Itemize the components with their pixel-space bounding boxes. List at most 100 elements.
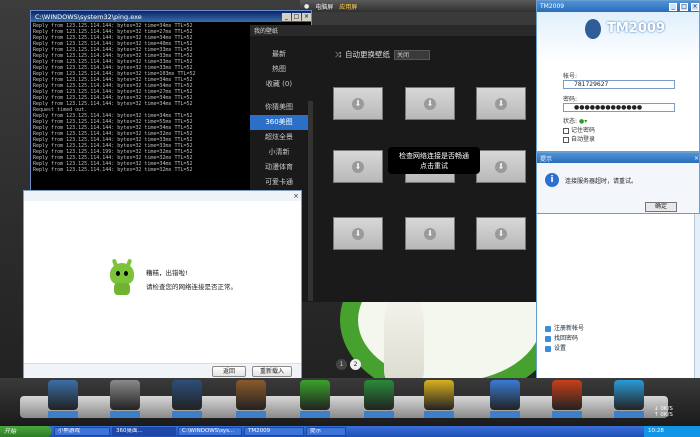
minimize-button[interactable]: _ xyxy=(282,12,291,21)
screen-tab-computer[interactable]: 电脑屏 xyxy=(315,2,333,11)
windows-taskbar: 开始 小熊游戏 360桌面... C:\WINDOWS\sys... TM2009 提示… xyxy=(0,426,700,437)
tip-titlebar[interactable]: 提示 × xyxy=(537,153,699,163)
network-error-line2: 点击重试 xyxy=(420,162,448,170)
download-icon: ⬇ xyxy=(352,160,364,173)
download-icon: ⬇ xyxy=(424,97,436,110)
auto-login-checkbox[interactable] xyxy=(563,136,569,143)
timeout-tip-dialog: 提示 × i 连接服务器超时，请重试。 确定 xyxy=(536,152,700,214)
download-icon: ⬇ xyxy=(424,227,436,240)
dock-app-5[interactable] xyxy=(300,380,330,420)
qq-maximize-button[interactable]: □ xyxy=(680,2,689,11)
password-field[interactable]: ●●●●●●●●●●●●● xyxy=(563,103,675,112)
ping-console-titlebar[interactable]: C:\WINDOWS\system32\ping.exe _ □ × xyxy=(31,11,311,22)
page-dot-1[interactable]: 1 xyxy=(336,359,347,370)
wallpaper-nav-item[interactable]: 热图 xyxy=(250,62,308,77)
wallpaper-window-titlebar[interactable]: 我的壁纸 xyxy=(250,25,536,36)
wallpaper-thumbnail[interactable]: ⬇ xyxy=(476,217,526,250)
download-icon: ⬇ xyxy=(495,227,507,240)
qq-login-titlebar[interactable]: TM2009 _ □ × xyxy=(537,1,699,12)
dock-app-2[interactable] xyxy=(110,380,140,420)
qq-minimize-button[interactable]: _ xyxy=(669,2,678,11)
dock-app-3[interactable] xyxy=(172,380,202,420)
auto-change-select[interactable]: 关闭 xyxy=(394,49,430,60)
dock-app-6[interactable] xyxy=(364,380,394,420)
app-icon xyxy=(614,380,644,410)
qq-link-item[interactable]: 设置 xyxy=(545,344,584,354)
taskbar-task[interactable]: 360桌面... xyxy=(112,427,176,436)
qq-link-item[interactable]: 找回密码 xyxy=(545,334,584,344)
qq-logo: TM2009 xyxy=(577,17,697,47)
dock-app-8[interactable] xyxy=(490,380,520,420)
wallpaper-nav-item[interactable]: 最新 xyxy=(250,47,308,62)
remember-password-row[interactable]: 记住密码 xyxy=(563,125,595,134)
wallpaper-nav-scrollbar[interactable] xyxy=(308,101,313,301)
page-indicator: 1 2 xyxy=(336,359,361,370)
maximize-button[interactable]: □ xyxy=(292,12,301,21)
account-field[interactable]: 781729627 xyxy=(563,80,675,89)
wallpaper-thumbnail[interactable]: ⬇ xyxy=(476,87,526,120)
taskbar-tasks: 小熊游戏 360桌面... C:\WINDOWS\sys... TM2009 提示 xyxy=(52,427,346,436)
network-error-window: × 糟糕，出错啦! 请检查您的网络连接是否正常。 返回 重新载入 xyxy=(23,190,302,380)
network-error-retry[interactable]: 检查网络连接是否畅通 点击重试 xyxy=(388,147,480,174)
qq-login-window: TM2009 _ □ × TM2009 帐号: 781729627 密码: ●●… xyxy=(536,0,700,152)
app-icon xyxy=(552,380,582,410)
dock-app-label xyxy=(552,411,582,418)
wallpaper-thumbnail[interactable]: ⬇ xyxy=(405,217,455,250)
error-close-button[interactable]: × xyxy=(293,192,299,200)
taskbar-task[interactable]: C:\WINDOWS\sys... xyxy=(178,427,242,436)
tip-ok-button[interactable]: 确定 xyxy=(645,202,677,212)
password-label: 密码: xyxy=(563,96,578,103)
back-button[interactable]: 返回 xyxy=(212,366,246,377)
dock-app-label xyxy=(614,411,644,418)
nav-separator xyxy=(250,92,308,100)
reload-button[interactable]: 重新载入 xyxy=(252,366,292,377)
wallpaper-figure-decoration xyxy=(384,290,424,380)
wallpaper-nav-item[interactable]: 收藏 (0) xyxy=(250,77,308,92)
app-icon xyxy=(300,380,330,410)
dock-app-10[interactable] xyxy=(614,380,644,420)
qq-panel-scrollbar[interactable] xyxy=(694,214,700,378)
wallpaper-nav-item[interactable]: 你猜美图 xyxy=(250,100,308,115)
start-button[interactable]: 开始 xyxy=(0,426,52,437)
app-icon xyxy=(172,380,202,410)
wallpaper-thumbnail[interactable]: ⬇ xyxy=(333,87,383,120)
qq-link-label: 找回密码 xyxy=(554,335,579,342)
app-icon xyxy=(424,380,454,410)
wallpaper-nav-item[interactable]: 360美图 xyxy=(250,115,308,130)
dock-app-7[interactable] xyxy=(424,380,454,420)
tip-message: 连接服务器超时，请重试。 xyxy=(565,178,638,185)
taskbar-task[interactable]: 小熊游戏 xyxy=(54,427,110,436)
qq-link-label: 注册新帐号 xyxy=(554,325,585,332)
remember-password-checkbox[interactable] xyxy=(563,127,569,134)
dock-app-9[interactable] xyxy=(552,380,582,420)
error-window-titlebar: × xyxy=(24,191,301,201)
shuffle-icon: ⤨ xyxy=(335,49,341,59)
dock-app-1[interactable] xyxy=(48,380,78,420)
screen-tab-apps[interactable]: 应用屏 xyxy=(339,2,357,11)
auto-change-row: ⤨ 自动更换壁纸 关闭 xyxy=(335,49,430,60)
qq-close-button[interactable]: × xyxy=(691,2,699,11)
wallpaper-thumbnail[interactable]: ⬇ xyxy=(405,87,455,120)
yellow-orb-icon[interactable]: ● xyxy=(304,3,309,10)
wallpaper-thumbnail[interactable]: ⬇ xyxy=(333,150,383,183)
wallpaper-thumbnail[interactable]: ⬇ xyxy=(476,150,526,183)
qq-link-item[interactable]: 注册新帐号 xyxy=(545,324,584,334)
wallpaper-thumbnail[interactable]: ⬇ xyxy=(333,217,383,250)
tip-close-button[interactable]: × xyxy=(694,155,699,162)
tip-title: 提示 xyxy=(540,155,553,163)
taskbar-task[interactable]: 提示 xyxy=(306,427,346,436)
wallpaper-nav-item[interactable]: 动漫体育 xyxy=(250,160,308,175)
download-icon: ⬇ xyxy=(352,97,364,110)
taskbar-task[interactable]: TM2009 xyxy=(244,427,304,436)
qq-links-list: 注册新帐号找回密码设置 xyxy=(545,324,584,354)
wallpaper-nav-item[interactable]: 超炫全景 xyxy=(250,130,308,145)
close-button[interactable]: × xyxy=(302,12,311,21)
error-message-title: 糟糕，出错啦! xyxy=(146,269,188,277)
dock-app-4[interactable] xyxy=(236,380,266,420)
wallpaper-nav-item[interactable]: 小清新 xyxy=(250,145,308,160)
page-dot-2[interactable]: 2 xyxy=(350,359,361,370)
dock-app-label xyxy=(48,411,78,418)
auto-login-row[interactable]: 自动登录 xyxy=(563,134,595,143)
online-status-icon[interactable]: ●▾ xyxy=(579,118,587,125)
wallpaper-nav-item[interactable]: 可爱卡通 xyxy=(250,175,308,190)
